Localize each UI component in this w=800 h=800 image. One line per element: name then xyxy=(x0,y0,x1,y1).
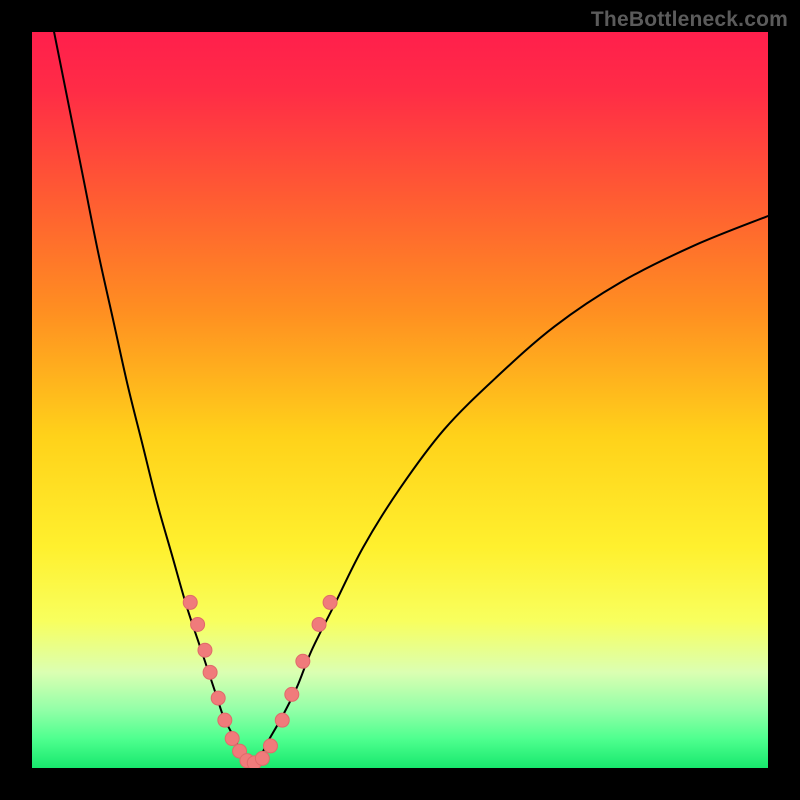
outer-frame: TheBottleneck.com xyxy=(0,0,800,800)
highlight-dot xyxy=(263,739,277,753)
highlight-dot xyxy=(211,691,225,705)
highlight-dot xyxy=(312,617,326,631)
highlight-dot xyxy=(275,713,289,727)
highlight-dot xyxy=(203,665,217,679)
highlight-dot xyxy=(183,595,197,609)
highlight-dot xyxy=(191,617,205,631)
highlight-dot xyxy=(225,732,239,746)
highlight-dot xyxy=(285,687,299,701)
gradient-background xyxy=(32,32,768,768)
watermark-text: TheBottleneck.com xyxy=(591,8,788,32)
highlight-dot xyxy=(255,751,269,765)
highlight-dot xyxy=(323,595,337,609)
plot-area xyxy=(32,32,768,768)
highlight-dot xyxy=(296,654,310,668)
highlight-dot xyxy=(198,643,212,657)
bottleneck-chart xyxy=(32,32,768,768)
highlight-dot xyxy=(218,713,232,727)
